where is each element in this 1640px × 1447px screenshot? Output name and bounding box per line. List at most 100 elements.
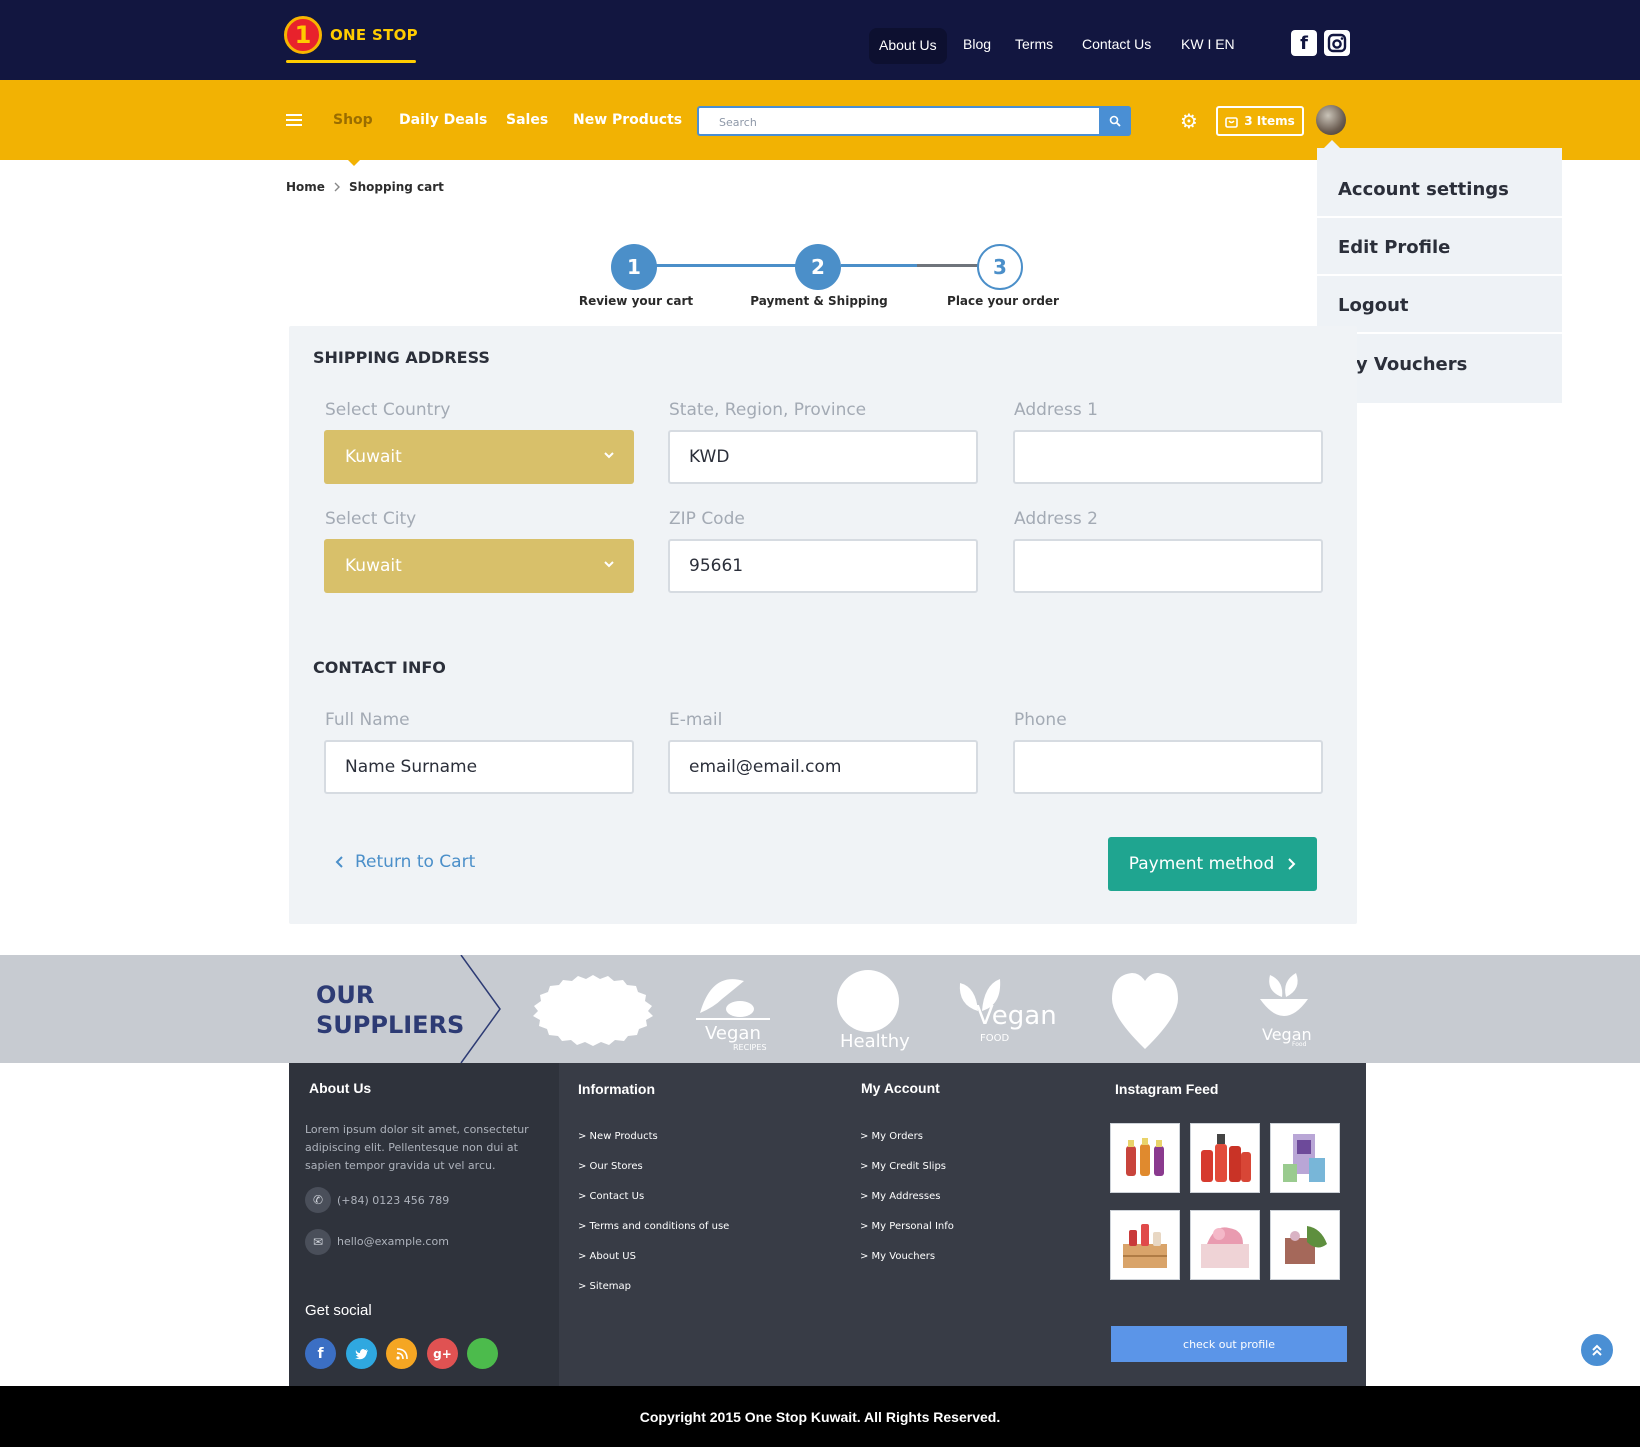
country-select[interactable]: Kuwait [324,430,634,484]
suppliers-title: OUR SUPPLIERS [316,980,464,1040]
return-to-cart-link[interactable]: Return to Cart [335,852,475,872]
chevron-down-icon [604,452,614,459]
city-label: Select City [325,509,417,529]
healthy-logo[interactable] [836,969,900,1033]
footer-phone: (+84) 0123 456 789 [337,1194,450,1207]
footer-link-contact-us[interactable]: > Contact Us [578,1191,644,1202]
topnav-terms[interactable]: Terms [1015,36,1053,56]
cart-icon [1225,116,1239,128]
menu-account-settings[interactable]: Account settings [1317,162,1562,218]
shipping-address-title: SHIPPING ADDRESS [313,348,490,367]
step-1-circle: 1 [611,244,657,290]
city-value: Kuwait [345,556,402,576]
vegan-recipes-logo[interactable] [692,969,772,1029]
active-nav-caret [346,158,362,166]
search-input[interactable] [719,112,1099,132]
logo-swoosh [286,60,416,63]
instagram-thumbnail[interactable] [1270,1123,1340,1193]
footer-link-about-us[interactable]: > About US [578,1251,636,1262]
email-field[interactable] [668,740,978,794]
footer-link-my-vouchers[interactable]: > My Vouchers [860,1251,935,1262]
step-1-label: Review your cart [578,294,694,308]
gear-icon[interactable]: ⚙ [1180,109,1198,133]
breadcrumb-home[interactable]: Home [286,180,325,194]
nav-shop[interactable]: Shop [333,112,373,128]
suppliers-title-line1: OUR [316,981,375,1009]
logo-text: ONE STOP [330,26,418,44]
language-switch[interactable]: KW I EN [1181,36,1235,56]
avatar[interactable] [1316,105,1346,135]
nav-daily-deals[interactable]: Daily Deals [399,112,487,128]
step-connector [655,264,815,267]
instagram-thumbnail[interactable] [1270,1210,1340,1280]
check-out-profile-button[interactable]: check out profile [1111,1326,1347,1362]
chevron-right-icon [333,181,341,193]
instagram-thumbnail[interactable] [1190,1123,1260,1193]
address1-field[interactable] [1013,430,1323,484]
topnav-blog[interactable]: Blog [963,36,991,56]
footer-about-title: About Us [309,1080,372,1096]
instagram-thumbnail[interactable] [1110,1123,1180,1193]
suppliers-strip: OUR SUPPLIERS Vegan RECIPES Healthy Vega… [0,955,1640,1063]
state-label: State, Region, Province [669,400,867,420]
rss-icon[interactable] [386,1338,417,1369]
scroll-to-top-button[interactable] [1579,1332,1615,1368]
chevron-divider-icon [460,955,501,1063]
social-icon[interactable] [467,1338,498,1369]
top-bar [0,0,1640,80]
footer-link-terms[interactable]: > Terms and conditions of use [578,1221,729,1232]
search-icon [1109,115,1121,127]
footer-email[interactable]: hello@example.com [337,1233,449,1251]
zip-field[interactable] [668,539,978,593]
country-label: Select Country [325,400,451,420]
return-label: Return to Cart [355,852,476,872]
footer-link-my-credit-slips[interactable]: > My Credit Slips [860,1161,946,1172]
nav-sales[interactable]: Sales [506,112,548,128]
footer-link-our-stores[interactable]: > Our Stores [578,1161,643,1172]
chevron-right-icon [1288,858,1296,870]
cart-button[interactable]: 3 Items [1216,106,1304,136]
instagram-thumbnail[interactable] [1110,1210,1180,1280]
contact-info-title: CONTACT INFO [313,658,446,677]
footer-link-sitemap[interactable]: > Sitemap [578,1281,631,1292]
copyright-bar: Copyright 2015 One Stop Kuwait. All Righ… [0,1386,1640,1447]
menu-edit-profile[interactable]: Edit Profile [1317,220,1562,276]
footer-link-my-personal-info[interactable]: > My Personal Info [860,1221,954,1232]
chevron-left-icon [335,856,343,868]
full-name-label: Full Name [325,710,410,730]
footer-link-my-orders[interactable]: > My Orders [860,1131,923,1142]
phone-field[interactable] [1013,740,1323,794]
twitter-icon[interactable] [346,1338,377,1369]
facebook-icon[interactable]: f [1291,30,1317,56]
payment-method-button[interactable]: Payment method [1108,837,1317,891]
vegan-food-sub: FOOD [980,1033,1010,1044]
instagram-thumbnail[interactable] [1190,1210,1260,1280]
badge-logo[interactable] [530,973,656,1047]
facebook-icon[interactable]: f [305,1338,336,1369]
topnav-about-us[interactable]: About Us [869,28,947,64]
footer-link-new-products[interactable]: > New Products [578,1131,658,1142]
brand-logo[interactable]: 1 ONE STOP [284,16,418,63]
google-plus-icon[interactable]: g+ [427,1338,458,1369]
state-field[interactable] [668,430,978,484]
heart-logo[interactable] [1110,969,1180,1051]
breadcrumb-current: Shopping cart [349,180,444,194]
address2-field[interactable] [1013,539,1323,593]
topnav-contact-us[interactable]: Contact Us [1082,36,1151,56]
search-bar [697,106,1131,136]
healthy-caption: Healthy [840,1031,910,1052]
footer-link-my-addresses[interactable]: > My Addresses [860,1191,940,1202]
email-label: E-mail [669,710,723,730]
full-name-field[interactable] [324,740,634,794]
nav-new-products[interactable]: New Products [573,112,682,128]
footer-about-text: Lorem ipsum dolor sit amet, consectetur … [305,1123,529,1172]
hamburger-menu-icon[interactable] [286,113,302,127]
phone-label: Phone [1014,710,1067,730]
country-value: Kuwait [345,447,402,467]
vegan-food-bowl-logo[interactable] [1256,971,1312,1027]
step-connector [841,264,917,267]
search-button[interactable] [1099,106,1131,136]
city-select[interactable]: Kuwait [324,539,634,593]
address1-label: Address 1 [1014,400,1098,420]
instagram-icon[interactable] [1324,30,1350,56]
